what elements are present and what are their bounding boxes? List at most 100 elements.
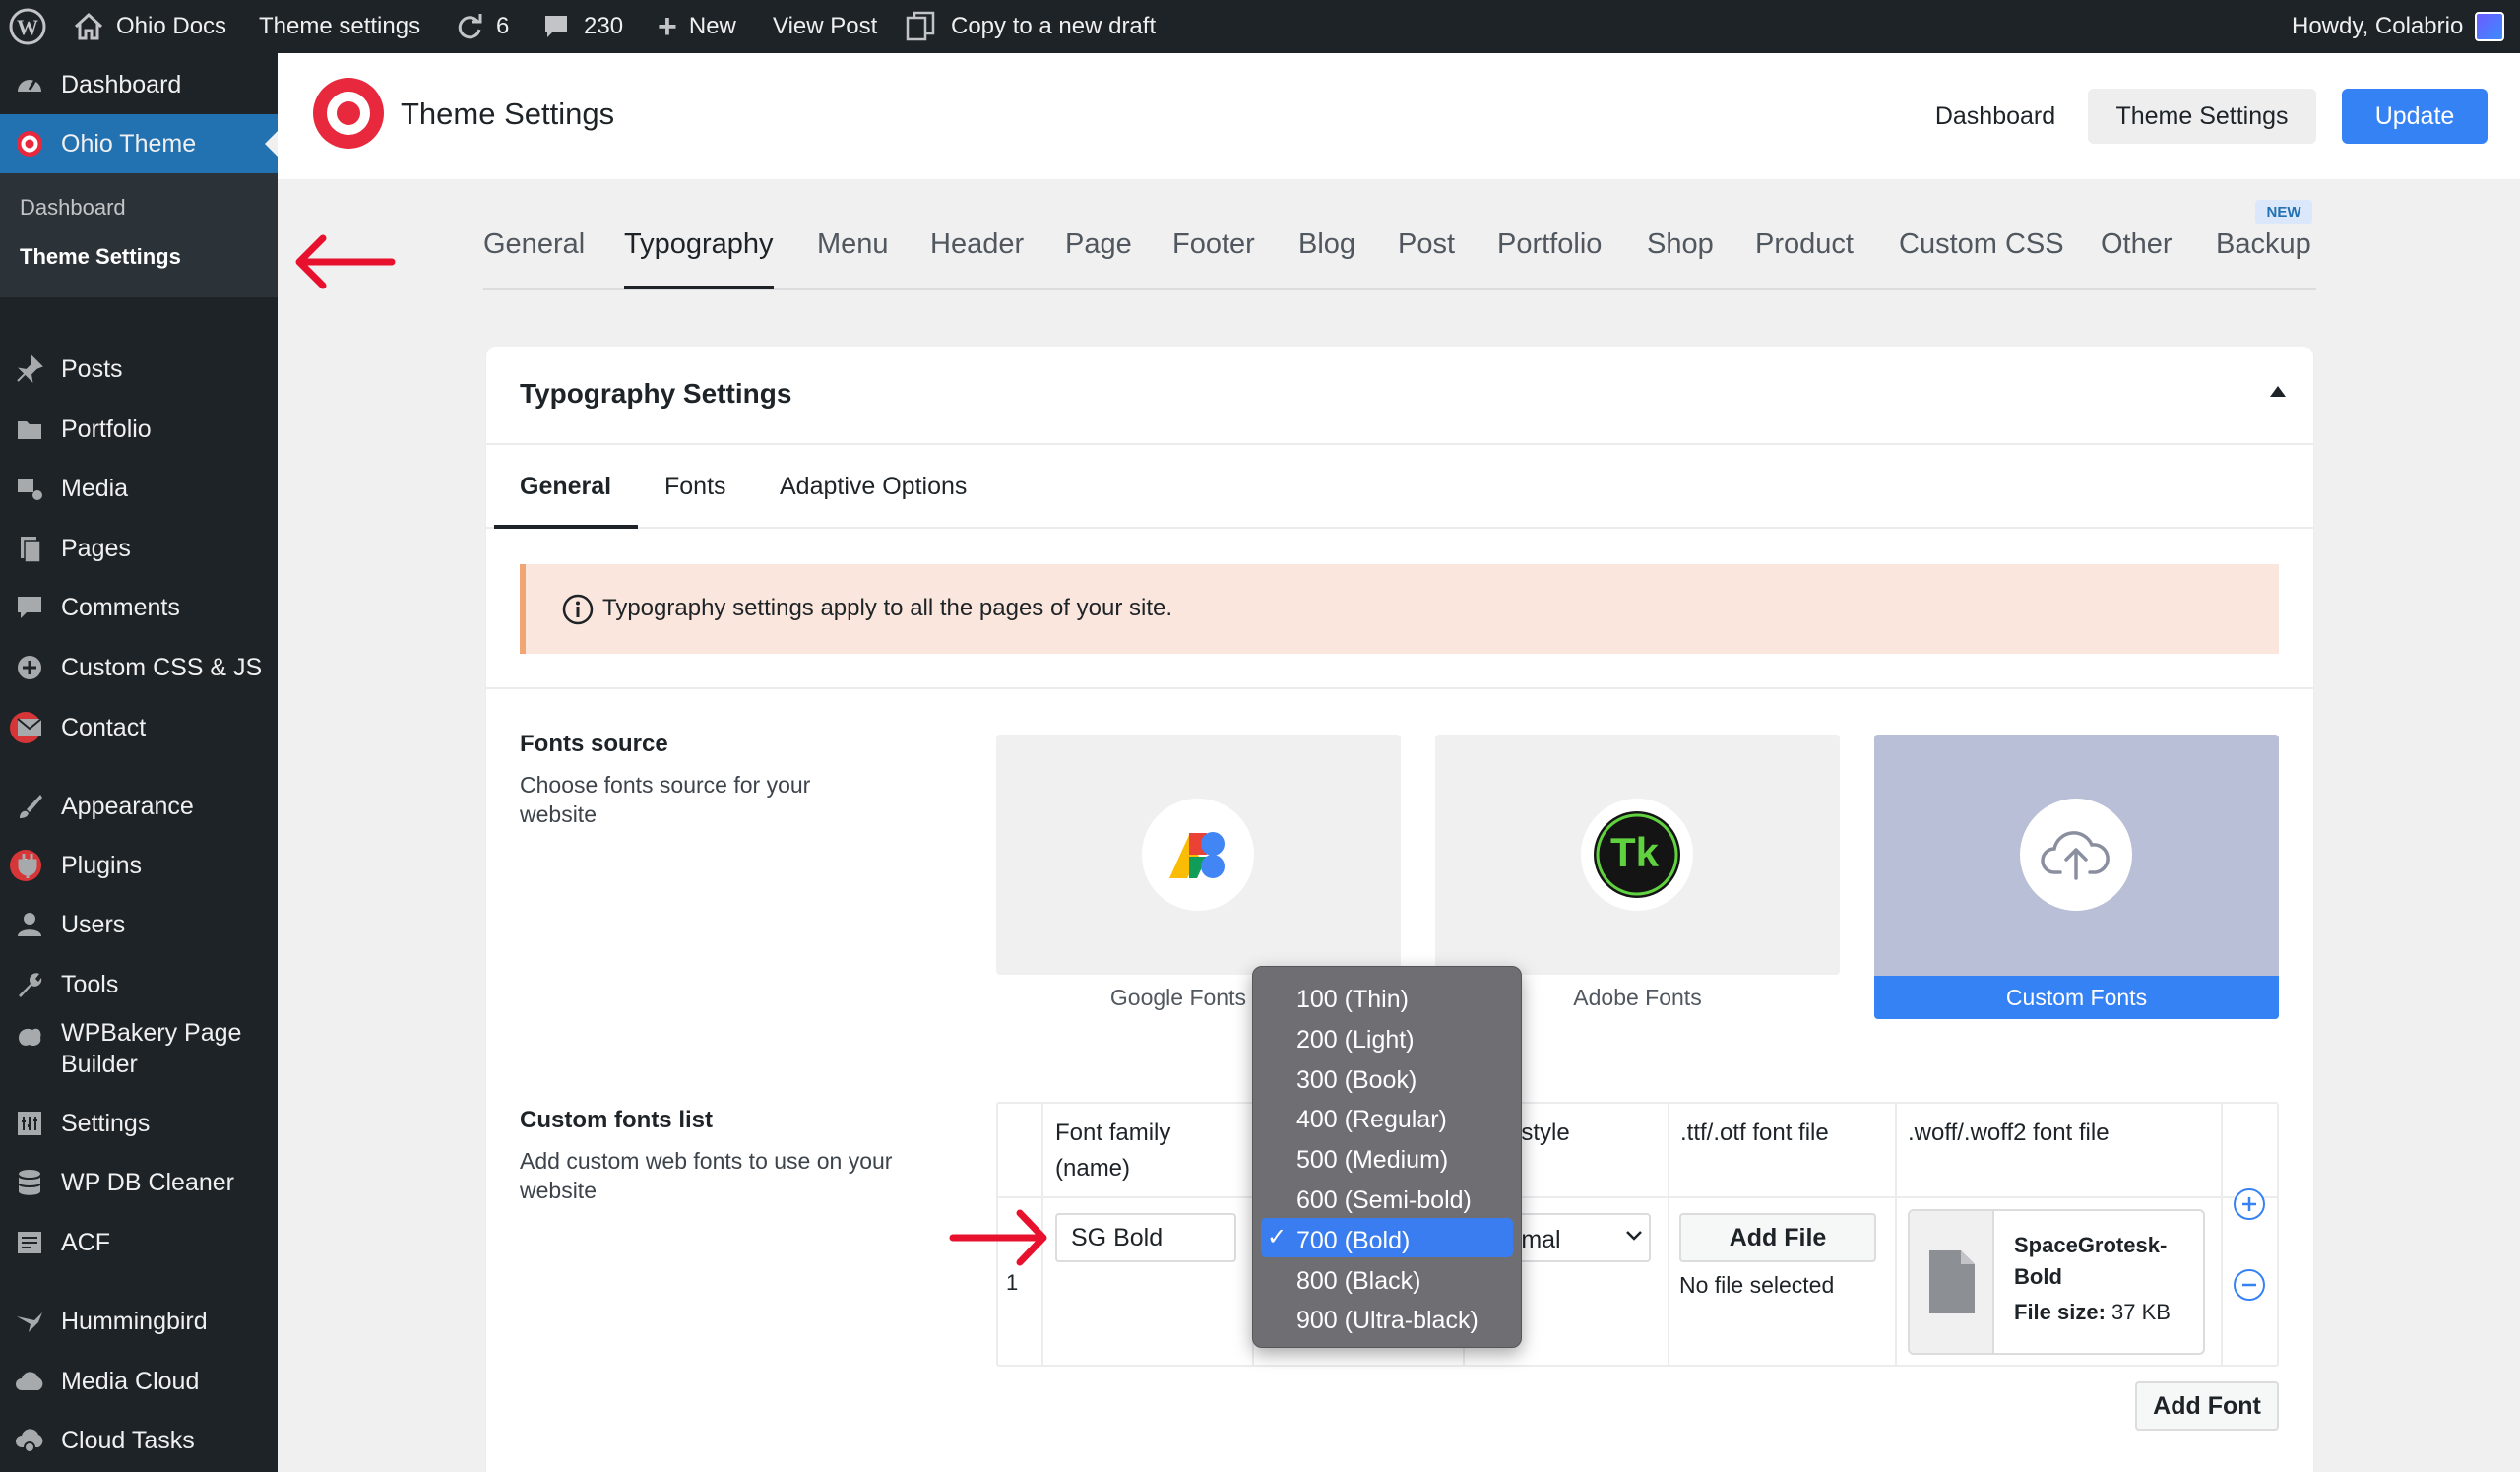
annotation-arrow-icon (291, 232, 396, 296)
sidebar-item-label: Dashboard (61, 70, 182, 98)
tab-product[interactable]: Product (1755, 228, 1854, 261)
add-font-button[interactable]: Add Font (2135, 1381, 2279, 1431)
submenu-dashboard[interactable]: Dashboard (20, 195, 126, 221)
google-fonts-icon (1142, 799, 1254, 911)
sidebar-item-media[interactable]: Media (0, 464, 278, 513)
tab-active-underline (624, 286, 774, 289)
header-dashboard-button[interactable]: Dashboard (1922, 89, 2069, 144)
google-fonts-label: Google Fonts (1109, 985, 1246, 1010)
sidebar-item-dashboard[interactable]: Dashboard (0, 60, 278, 109)
sidebar-item-hummingbird[interactable]: Hummingbird (0, 1297, 278, 1346)
tab-custom-css[interactable]: Custom CSS (1899, 228, 2064, 261)
sidebar-item-label: WPBakery Page (61, 1019, 242, 1047)
sidebar-item-ohio-theme[interactable]: Ohio Theme (0, 114, 278, 173)
sidebar-item-settings[interactable]: Settings (0, 1099, 278, 1148)
add-row-icon[interactable] (2233, 1187, 2266, 1226)
sidebar-item-contact[interactable]: Contact1 (0, 703, 278, 752)
cloud-gear-icon (14, 1425, 45, 1456)
sidebar-item-pages[interactable]: Pages (0, 524, 278, 573)
tab-header[interactable]: Header (930, 228, 1024, 261)
info-notice: Typography settings apply to all the pag… (520, 564, 2279, 654)
font-style-select[interactable]: rmal (1511, 1213, 1651, 1262)
subtab-general[interactable]: General (520, 473, 611, 501)
sidebar-item-label: Settings (61, 1109, 151, 1137)
adobe-mark: Tk (1610, 829, 1660, 875)
tab-general[interactable]: General (483, 228, 585, 261)
weight-option-400[interactable]: 400 (Regular) (1296, 1106, 1447, 1134)
adobe-fonts-card[interactable]: Tk (1435, 735, 1840, 975)
tab-blog[interactable]: Blog (1298, 228, 1355, 261)
sidebar-item-label: Portfolio (61, 415, 152, 443)
weight-option-300[interactable]: 300 (Book) (1296, 1066, 1417, 1095)
subtab-adaptive-options[interactable]: Adaptive Options (780, 473, 967, 501)
sidebar-item-plugins[interactable]: Plugins1 (0, 841, 278, 890)
tab-shop[interactable]: Shop (1647, 228, 1714, 261)
google-fonts-card[interactable] (996, 735, 1401, 975)
copy-draft-link[interactable]: Copy to a new draft (904, 0, 1156, 53)
weight-option-700[interactable]: 700 (Bold) (1296, 1227, 1410, 1255)
subtab-fonts[interactable]: Fonts (664, 473, 726, 501)
admin-bar: W Ohio Docs Theme settings 6 230 + New V… (0, 0, 2520, 53)
weight-option-200[interactable]: 200 (Light) (1296, 1026, 1415, 1055)
remove-row-icon[interactable] (2233, 1268, 2266, 1307)
updates-link[interactable]: 6 (455, 0, 509, 53)
sidebar-item-users[interactable]: Users (0, 900, 278, 949)
ohio-logo-icon (14, 128, 45, 160)
weight-option-100[interactable]: 100 (Thin) (1296, 986, 1409, 1014)
admin-sidebar: Dashboard Ohio Theme Dashboard Theme Set… (0, 53, 278, 1472)
sidebar-item-label: Plugins (61, 851, 142, 879)
sidebar-item-custom-css-js[interactable]: Custom CSS & JS (0, 643, 278, 692)
brush-icon (14, 791, 45, 822)
new-content-link[interactable]: + New (658, 0, 736, 53)
hummingbird-icon (14, 1306, 45, 1337)
account-link[interactable]: Howdy, Colabrio (2292, 0, 2505, 53)
font-family-input[interactable] (1055, 1213, 1236, 1262)
weight-option-800[interactable]: 800 (Black) (1296, 1267, 1420, 1296)
tab-page[interactable]: Page (1065, 228, 1132, 261)
tab-footer[interactable]: Footer (1172, 228, 1255, 261)
sidebar-item-cloud-tasks[interactable]: Cloud Tasks (0, 1416, 278, 1465)
site-name-link[interactable]: Ohio Docs (73, 0, 226, 53)
sidebar-item-media-cloud[interactable]: Media Cloud (0, 1357, 278, 1406)
custom-fonts-label: Custom Fonts (2005, 985, 2148, 1010)
submenu-theme-settings[interactable]: Theme Settings (20, 244, 181, 270)
sidebar-item-label-2: Builder (61, 1051, 138, 1078)
ohio-submenu: Dashboard Theme Settings (0, 173, 278, 297)
tab-backup[interactable]: Backup (2216, 228, 2311, 261)
settings-icon (14, 1108, 45, 1139)
font-weight-dropdown[interactable]: ✓ 100 (Thin) 200 (Light) 300 (Book) 400 (Re… (1252, 966, 1522, 1348)
sidebar-item-wpbakery-page[interactable]: WPBakery Page Builder (0, 1019, 278, 1082)
tab-typography[interactable]: Typography (624, 228, 774, 261)
sidebar-item-label: Media Cloud (61, 1367, 200, 1395)
sidebar-item-comments[interactable]: Comments (0, 583, 278, 632)
sidebar-item-appearance[interactable]: Appearance (0, 782, 278, 831)
tab-other[interactable]: Other (2101, 228, 2173, 261)
tab-menu[interactable]: Menu (817, 228, 889, 261)
view-post-link[interactable]: View Post (773, 0, 877, 53)
weight-option-500[interactable]: 500 (Medium) (1296, 1146, 1448, 1175)
theme-settings-link[interactable]: Theme settings (259, 0, 420, 53)
update-button[interactable]: Update (2342, 89, 2488, 144)
header-theme-settings-button[interactable]: Theme Settings (2088, 89, 2316, 144)
page-title: Theme Settings (401, 96, 615, 131)
fonts-source-title: Fonts source (520, 731, 668, 757)
sidebar-item-posts[interactable]: Posts (0, 345, 278, 394)
sidebar-item-acf[interactable]: ACF (0, 1218, 278, 1267)
weight-option-900[interactable]: 900 (Ultra-black) (1296, 1307, 1479, 1335)
add-file-button[interactable]: Add File (1679, 1213, 1876, 1262)
sidebar-item-portfolio[interactable]: Portfolio (0, 405, 278, 454)
folder-icon (14, 414, 45, 445)
collapse-toggle-icon[interactable] (2270, 386, 2286, 397)
builder-icon (14, 1021, 45, 1053)
info-icon (561, 593, 595, 631)
tab-portfolio[interactable]: Portfolio (1497, 228, 1602, 261)
custom-fonts-card[interactable] (1874, 735, 2279, 1019)
copy-draft-label: Copy to a new draft (951, 13, 1157, 39)
comments-link[interactable]: 230 (542, 0, 623, 53)
sidebar-item-tools[interactable]: Tools (0, 960, 278, 1009)
tab-post[interactable]: Post (1398, 228, 1455, 261)
checkmark-icon: ✓ (1267, 1224, 1288, 1250)
sidebar-item-wp-db-cleaner[interactable]: WP DB Cleaner (0, 1158, 278, 1207)
wordpress-logo-icon[interactable]: W (8, 0, 47, 53)
weight-option-600[interactable]: 600 (Semi-bold) (1296, 1186, 1472, 1215)
